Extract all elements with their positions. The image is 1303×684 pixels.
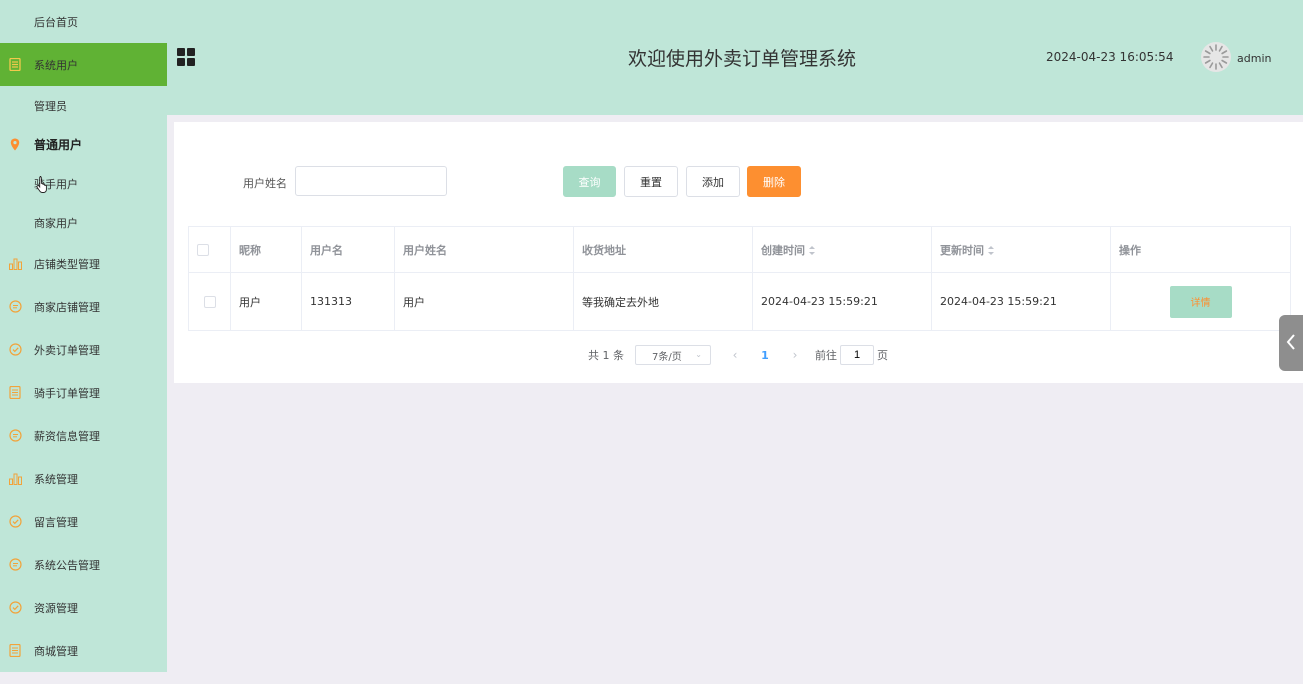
sidebar-item-normal-users[interactable]: 普通用户 xyxy=(0,125,167,164)
search-label: 用户姓名 xyxy=(243,177,287,190)
sidebar-item-system-users[interactable]: 系统用户 xyxy=(0,43,167,86)
detail-button[interactable]: 详情 xyxy=(1169,285,1232,318)
bar-chart-icon xyxy=(8,257,22,271)
check-circle-icon xyxy=(8,343,22,357)
sidebar-item-label: 店铺类型管理 xyxy=(34,257,100,271)
username[interactable]: admin xyxy=(1237,52,1271,65)
check-circle-icon xyxy=(8,601,22,615)
chat-bubble-icon xyxy=(8,429,22,443)
sidebar-item-label: 后台首页 xyxy=(34,15,78,29)
search-input[interactable] xyxy=(295,166,447,196)
cell-nickname: 用户 xyxy=(230,272,302,331)
grid-icon[interactable] xyxy=(177,48,195,66)
pagination: 共 1 条 7条/页 ⌄ ‹ 1 › 前往 页 xyxy=(588,345,888,365)
sidebar-item-merchant-users[interactable]: 商家用户 xyxy=(0,203,167,242)
column-header-sortable[interactable]: 更新时间 xyxy=(931,226,1111,273)
column-header-label: 创建时间 xyxy=(761,243,805,257)
document-icon xyxy=(8,386,22,400)
next-page-icon[interactable]: › xyxy=(785,348,805,362)
sidebar-item-rider-orders[interactable]: 骑手订单管理 xyxy=(0,371,167,414)
sidebar-item-messages[interactable]: 留言管理 xyxy=(0,500,167,543)
sidebar-item-system-management[interactable]: 系统管理 xyxy=(0,457,167,500)
cell-created: 2024-04-23 15:59:21 xyxy=(752,272,932,331)
sidebar: 后台首页 系统用户 管理员 普通用户 骑手用户 商家用户 店铺类型管理 商家店铺… xyxy=(0,0,167,672)
document-icon xyxy=(8,644,22,658)
sidebar-item-label: 商家用户 xyxy=(34,216,78,230)
users-table: 昵称 用户名 用户姓名 收货地址 创建时间 更新时间 操作 用户 131313 … xyxy=(188,226,1291,331)
sidebar-item-takeout-orders[interactable]: 外卖订单管理 xyxy=(0,328,167,371)
sidebar-item-label: 管理员 xyxy=(34,99,67,113)
sidebar-item-label: 普通用户 xyxy=(34,138,83,152)
document-icon xyxy=(8,58,22,72)
sort-icon[interactable] xyxy=(809,245,815,256)
chat-bubble-icon xyxy=(8,300,22,314)
sidebar-item-label: 系统用户 xyxy=(34,58,78,72)
sort-icon[interactable] xyxy=(988,245,994,256)
column-header: 用户名 xyxy=(301,226,395,273)
column-header: 昵称 xyxy=(230,226,302,273)
row-select-cell xyxy=(188,272,231,331)
column-header-sortable[interactable]: 创建时间 xyxy=(752,226,932,273)
page-suffix: 页 xyxy=(877,349,888,362)
page-size-select[interactable]: 7条/页 ⌄ xyxy=(635,345,711,365)
cell-realname: 用户 xyxy=(394,272,574,331)
cell-username: 131313 xyxy=(301,272,395,331)
check-circle-icon xyxy=(8,515,22,529)
collapse-tab[interactable] xyxy=(1279,315,1303,371)
prev-page-icon[interactable]: ‹ xyxy=(725,348,745,362)
cell-action: 详情 xyxy=(1110,272,1291,331)
sidebar-item-label: 留言管理 xyxy=(34,515,78,529)
sidebar-item-salary[interactable]: 薪资信息管理 xyxy=(0,414,167,457)
sidebar-item-mall[interactable]: 商城管理 xyxy=(0,629,167,672)
column-header: 用户姓名 xyxy=(394,226,574,273)
column-header: 收货地址 xyxy=(573,226,753,273)
page-jump-input[interactable] xyxy=(840,345,874,365)
page-title: 欢迎使用外卖订单管理系统 xyxy=(628,48,857,70)
cell-address: 等我确定去外地 xyxy=(573,272,753,331)
bar-chart-icon xyxy=(8,472,22,486)
sidebar-item-label: 系统公告管理 xyxy=(34,558,100,572)
jump-label: 前往 xyxy=(815,349,837,362)
sidebar-item-label: 外卖订单管理 xyxy=(34,343,100,357)
table-header-row: 昵称 用户名 用户姓名 收货地址 创建时间 更新时间 操作 xyxy=(188,226,1291,273)
cell-updated: 2024-04-23 15:59:21 xyxy=(931,272,1111,331)
sidebar-item-merchant-stores[interactable]: 商家店铺管理 xyxy=(0,285,167,328)
select-all-cell xyxy=(188,226,231,273)
location-pin-icon xyxy=(8,138,22,152)
query-button[interactable]: 查询 xyxy=(563,166,616,197)
delete-button[interactable]: 删除 xyxy=(747,166,801,197)
column-header: 操作 xyxy=(1110,226,1291,273)
sidebar-item-label: 商家店铺管理 xyxy=(34,300,100,314)
sidebar-item-home[interactable]: 后台首页 xyxy=(0,0,167,43)
sidebar-item-label: 系统管理 xyxy=(34,472,78,486)
reset-button[interactable]: 重置 xyxy=(624,166,678,197)
chat-bubble-icon xyxy=(8,558,22,572)
sidebar-item-resources[interactable]: 资源管理 xyxy=(0,586,167,629)
chevron-left-icon xyxy=(1286,333,1296,353)
select-all-checkbox[interactable] xyxy=(197,244,209,256)
sidebar-item-admin[interactable]: 管理员 xyxy=(0,86,167,125)
column-header-label: 更新时间 xyxy=(940,243,984,257)
sidebar-item-label: 商城管理 xyxy=(34,644,78,658)
add-button[interactable]: 添加 xyxy=(686,166,740,197)
chevron-down-icon: ⌄ xyxy=(695,350,702,359)
row-checkbox[interactable] xyxy=(203,296,216,308)
mouse-cursor-icon xyxy=(36,175,50,196)
sidebar-item-label: 资源管理 xyxy=(34,601,78,615)
page-size-value: 7条/页 xyxy=(652,351,682,363)
table-row: 用户 131313 用户 等我确定去外地 2024-04-23 15:59:21… xyxy=(188,272,1291,331)
sidebar-item-rider-users[interactable]: 骑手用户 xyxy=(0,164,167,203)
sidebar-item-store-types[interactable]: 店铺类型管理 xyxy=(0,242,167,285)
datetime-display: 2024-04-23 16:05:54 xyxy=(1046,50,1174,64)
sidebar-item-label: 薪资信息管理 xyxy=(34,429,100,443)
sidebar-item-announcements[interactable]: 系统公告管理 xyxy=(0,543,167,586)
total-count: 共 1 条 xyxy=(588,349,624,362)
sidebar-item-label: 骑手订单管理 xyxy=(34,386,100,400)
avatar[interactable] xyxy=(1201,42,1231,72)
page-number[interactable]: 1 xyxy=(755,349,775,362)
